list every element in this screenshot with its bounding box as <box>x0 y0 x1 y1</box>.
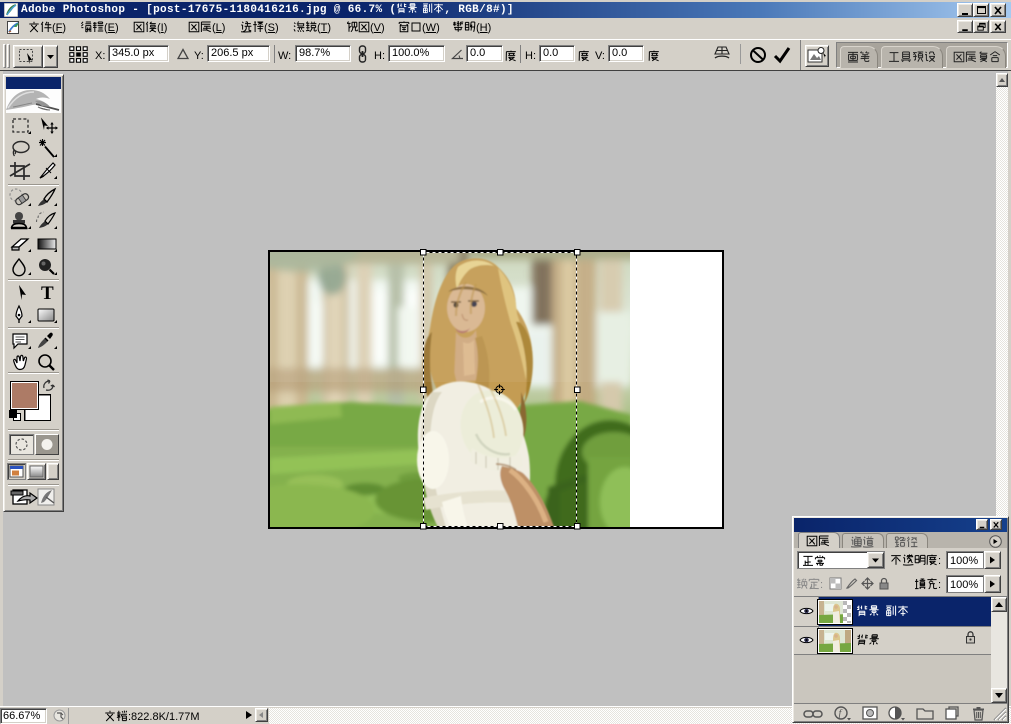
svg-text:f: f <box>839 709 843 720</box>
